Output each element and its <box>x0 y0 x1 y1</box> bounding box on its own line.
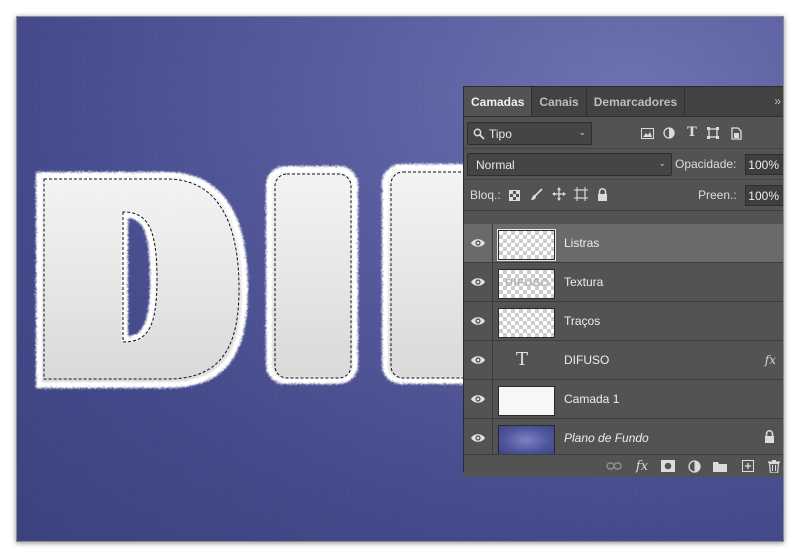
divider <box>492 341 493 379</box>
add-mask-icon[interactable] <box>660 458 676 474</box>
link-layers-icon[interactable] <box>606 458 622 474</box>
filter-row: Tipo ⌄ T <box>464 117 783 148</box>
new-layer-icon[interactable] <box>740 458 756 474</box>
type-filter-icon[interactable]: T <box>686 125 698 140</box>
lock-artboard-icon[interactable] <box>574 187 588 201</box>
blend-mode-select[interactable]: Normal ⌄ <box>467 153 672 176</box>
layer-row-plano-de-fundo[interactable]: Plano de Fundo <box>464 419 783 457</box>
fx-icon[interactable]: fx <box>634 458 650 474</box>
layers-footer: fx <box>464 454 783 477</box>
eye-icon[interactable] <box>470 431 486 445</box>
chevron-down-icon: ⌄ <box>658 158 666 168</box>
divider <box>492 380 493 418</box>
opacity-label: Opacidade: <box>675 157 737 171</box>
fill-label: Preen.: <box>698 188 737 202</box>
eye-icon[interactable] <box>470 275 486 289</box>
new-group-icon[interactable] <box>712 458 728 474</box>
lock-all-icon[interactable] <box>597 187 608 201</box>
letter-i <box>266 166 358 384</box>
layer-row-listras[interactable]: Listras <box>464 224 783 263</box>
opacity-input[interactable]: 100% <box>745 154 783 175</box>
layer-thumbnail <box>497 229 556 261</box>
layer-thumbnail <box>498 308 555 338</box>
divider <box>492 263 493 301</box>
shape-filter-icon[interactable] <box>707 127 719 139</box>
layer-row-difuso[interactable]: T DIFUSO fx <box>464 341 783 380</box>
smart-object-filter-icon[interactable] <box>730 126 742 140</box>
tab-camadas[interactable]: Camadas <box>464 87 533 116</box>
lock-row: Bloq.: Preen.: 100% <box>464 179 783 211</box>
layer-name[interactable]: Plano de Fundo <box>564 431 649 445</box>
eye-icon[interactable] <box>470 392 486 406</box>
layer-row-textura[interactable]: DIFUSO Textura <box>464 263 783 302</box>
divider <box>492 419 493 457</box>
lock-label: Bloq.: <box>470 188 501 202</box>
divider <box>492 302 493 340</box>
filter-type-select[interactable]: Tipo ⌄ <box>467 122 592 145</box>
search-icon <box>473 128 485 140</box>
eye-icon[interactable] <box>470 314 486 328</box>
eye-icon[interactable] <box>470 236 486 250</box>
type-layer-icon: T <box>516 349 529 370</box>
layers-panel: Camadas Canais Demarcadores » Tipo ⌄ T N… <box>463 86 783 477</box>
layer-thumbnail: DIFUSO <box>498 269 555 299</box>
tab-canais[interactable]: Canais <box>532 87 587 116</box>
blend-row: Normal ⌄ Opacidade: 100% <box>464 148 783 179</box>
panel-menu-icon[interactable]: » <box>774 94 781 108</box>
chevron-down-icon: ⌄ <box>578 127 586 137</box>
divider <box>492 224 493 262</box>
layer-name[interactable]: DIFUSO <box>564 353 609 367</box>
lock-position-icon[interactable] <box>552 187 566 201</box>
lock-transparent-icon[interactable] <box>508 189 520 201</box>
delete-layer-icon[interactable] <box>766 458 782 474</box>
filter-type-value: Tipo <box>489 126 512 141</box>
blend-mode-value: Normal <box>476 157 515 172</box>
fill-input[interactable]: 100% <box>745 185 783 206</box>
new-adjustment-icon[interactable] <box>686 458 702 474</box>
adjustment-filter-icon[interactable] <box>663 127 675 139</box>
document-window: Camadas Canais Demarcadores » Tipo ⌄ T N… <box>16 16 784 542</box>
eye-icon[interactable] <box>470 353 486 367</box>
layer-row-camada-1[interactable]: Camada 1 <box>464 380 783 419</box>
layer-thumbnail <box>498 386 555 416</box>
image-filter-icon[interactable] <box>640 127 654 139</box>
panel-tabbar: Camadas Canais Demarcadores » <box>464 87 783 117</box>
layer-name[interactable]: Camada 1 <box>564 392 619 406</box>
tab-demarcadores[interactable]: Demarcadores <box>587 87 686 116</box>
fx-badge-icon[interactable]: fx <box>765 353 776 367</box>
layer-name[interactable]: Traços <box>564 314 600 328</box>
lock-paint-icon[interactable] <box>530 188 543 201</box>
layer-thumbnail <box>498 425 555 455</box>
layer-name[interactable]: Listras <box>564 236 599 250</box>
layer-row-tracos[interactable]: Traços <box>464 302 783 341</box>
layer-name[interactable]: Textura <box>564 275 603 289</box>
lock-icon[interactable] <box>764 430 776 444</box>
thumbnail-text: DIFUSO <box>505 277 550 289</box>
layers-list: Listras DIFUSO Textura Traços T DIFUSO f… <box>464 224 783 457</box>
